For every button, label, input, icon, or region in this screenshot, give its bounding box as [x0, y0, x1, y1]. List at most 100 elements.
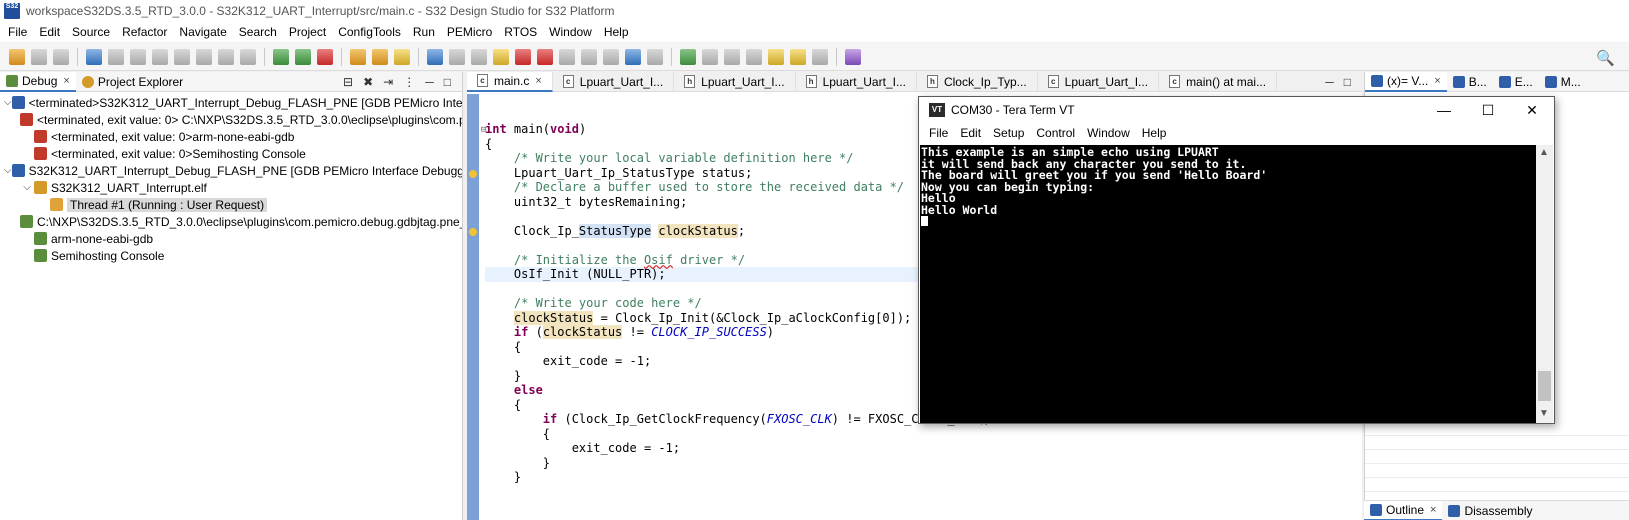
- minimize-icon[interactable]: ─: [425, 75, 434, 89]
- scroll-down-icon[interactable]: ▼: [1539, 408, 1549, 419]
- new-icon[interactable]: [9, 48, 25, 65]
- terminate-icon[interactable]: [515, 48, 531, 65]
- teraterm-menu-edit[interactable]: Edit: [954, 126, 987, 140]
- prev-annotation-icon[interactable]: [746, 48, 762, 65]
- build-config-icon[interactable]: [108, 48, 124, 65]
- menu-refactor[interactable]: Refactor: [118, 25, 175, 39]
- editor-tab[interactable]: c Lpuart_Uart_I...: [553, 71, 675, 92]
- tree-item[interactable]: arm-none-eabi-gdb: [0, 230, 462, 247]
- step-over-icon[interactable]: [581, 48, 597, 65]
- last-edit-icon[interactable]: [768, 48, 784, 65]
- chevron-down-icon[interactable]: ⌵: [4, 97, 12, 108]
- editor-gutter[interactable]: [467, 94, 479, 520]
- close-button[interactable]: ✕: [1510, 97, 1554, 123]
- tree-item[interactable]: ⌵ S32K312_UART_Interrupt_Debug_FLASH_PNE …: [0, 162, 462, 179]
- tab-debug[interactable]: Debug ×: [0, 71, 76, 92]
- minimize-button[interactable]: —: [1422, 97, 1466, 123]
- terminal-output[interactable]: This example is an simple echo using LPU…: [920, 145, 1536, 423]
- teraterm-menu-help[interactable]: Help: [1136, 126, 1173, 140]
- editor-tab[interactable]: c main.c ×: [467, 71, 553, 92]
- clean-icon[interactable]: [152, 48, 168, 65]
- tree-item[interactable]: Thread #1 (Running : User Request): [0, 196, 462, 213]
- tree-item[interactable]: <terminated, exit value: 0>arm-none-eabi…: [0, 128, 462, 145]
- teraterm-menu-file[interactable]: File: [923, 126, 954, 140]
- outline-view-tab[interactable]: Disassembly: [1442, 501, 1538, 520]
- restart-icon[interactable]: [647, 48, 663, 65]
- right-view-tab[interactable]: B...: [1447, 72, 1493, 92]
- run-icon[interactable]: [295, 48, 311, 65]
- tab-project-explorer[interactable]: Project Explorer: [76, 72, 189, 92]
- scroll-up-icon[interactable]: ▲: [1539, 147, 1549, 158]
- teraterm-menu-control[interactable]: Control: [1030, 126, 1081, 140]
- search-icon[interactable]: 🔍: [1596, 49, 1615, 67]
- pin-editor-icon[interactable]: [845, 48, 861, 65]
- teraterm-menu-window[interactable]: Window: [1081, 126, 1136, 140]
- collapse-all-icon[interactable]: ⊟: [343, 75, 353, 89]
- menu-configtools[interactable]: ConfigTools: [334, 25, 409, 39]
- tree-item[interactable]: ⌵ S32K312_UART_Interrupt.elf: [0, 179, 462, 196]
- close-icon[interactable]: ×: [63, 75, 69, 87]
- right-view-tab[interactable]: (x)= V... ×: [1365, 71, 1447, 92]
- outline-view-tab[interactable]: Outline ×: [1364, 500, 1443, 520]
- menu-project[interactable]: Project: [285, 25, 334, 39]
- teraterm-title-bar[interactable]: VT COM30 - Tera Term VT — ☐ ✕: [919, 97, 1554, 123]
- menu-help[interactable]: Help: [600, 25, 637, 39]
- instruction-stepping-icon[interactable]: [625, 48, 641, 65]
- editor-tab[interactable]: h Lpuart_Uart_I...: [674, 71, 796, 92]
- right-view-tab[interactable]: M...: [1539, 72, 1587, 92]
- editor-tab[interactable]: h Lpuart_Uart_I...: [796, 71, 917, 92]
- menu-rtos[interactable]: RTOS: [500, 25, 545, 39]
- chevron-down-icon[interactable]: ⌵: [4, 165, 12, 176]
- tree-item[interactable]: C:\NXP\S32DS.3.5_RTD_3.0.0\eclipse\plugi…: [0, 213, 462, 230]
- remove-terminated-icon[interactable]: ✖: [363, 75, 373, 89]
- maximize-button[interactable]: ☐: [1466, 97, 1510, 123]
- close-icon[interactable]: ×: [1430, 504, 1436, 516]
- back-icon[interactable]: [790, 48, 806, 65]
- next-annotation-icon[interactable]: [724, 48, 740, 65]
- close-icon[interactable]: ×: [535, 75, 541, 87]
- scroll-thumb[interactable]: [1538, 371, 1551, 401]
- debug-perspective-icon[interactable]: [86, 48, 102, 65]
- build-icon[interactable]: [174, 48, 190, 65]
- menu-pemicro[interactable]: PEMicro: [443, 25, 500, 39]
- right-view-tab[interactable]: E...: [1493, 72, 1539, 92]
- menu-navigate[interactable]: Navigate: [175, 25, 234, 39]
- menu-edit[interactable]: Edit: [35, 25, 68, 39]
- editor-tab[interactable]: h Clock_Ip_Typ...: [917, 71, 1038, 92]
- open-folder-icon[interactable]: [350, 48, 366, 65]
- external-tools-icon[interactable]: [317, 48, 333, 65]
- terminal-scrollbar[interactable]: ▲ ▼: [1536, 145, 1553, 423]
- console-icon[interactable]: [427, 48, 443, 65]
- menu-file[interactable]: File: [4, 25, 35, 39]
- menu-run[interactable]: Run: [409, 25, 443, 39]
- suspend-icon[interactable]: [493, 48, 509, 65]
- debug-bug-icon[interactable]: [273, 48, 289, 65]
- forward-icon[interactable]: [812, 48, 828, 65]
- pencil-icon[interactable]: [394, 48, 410, 65]
- tree-item[interactable]: <terminated, exit value: 0>Semihosting C…: [0, 145, 462, 162]
- maximize-icon[interactable]: □: [444, 75, 451, 89]
- tree-item[interactable]: ⌵ <terminated>S32K312_UART_Interrupt_Debu…: [0, 94, 462, 111]
- file-icon[interactable]: [196, 48, 212, 65]
- view-menu-icon[interactable]: ⋮: [403, 75, 415, 89]
- tree-item[interactable]: Semihosting Console: [0, 247, 462, 264]
- chevron-down-icon[interactable]: ⌵: [20, 182, 34, 193]
- save-icon[interactable]: [31, 48, 47, 65]
- refresh-icon[interactable]: [680, 48, 696, 65]
- code-content[interactable]: ⊟ int main(void) { /* Write your local v…: [481, 122, 991, 485]
- tree-item[interactable]: <terminated, exit value: 0> C:\NXP\S32DS…: [0, 111, 462, 128]
- redo-icon[interactable]: [240, 48, 256, 65]
- editor-tab[interactable]: c main() at mai...: [1159, 71, 1278, 92]
- undo-icon[interactable]: [218, 48, 234, 65]
- resume-icon[interactable]: [471, 48, 487, 65]
- minimize-icon[interactable]: ─: [1325, 75, 1334, 89]
- skip-breakpoints-icon[interactable]: [449, 48, 465, 65]
- maximize-icon[interactable]: □: [1344, 75, 1351, 89]
- menu-source[interactable]: Source: [68, 25, 118, 39]
- teraterm-menu-setup[interactable]: Setup: [987, 126, 1030, 140]
- save-all-icon[interactable]: [53, 48, 69, 65]
- step-into-icon[interactable]: [559, 48, 575, 65]
- chip-icon[interactable]: [702, 48, 718, 65]
- menu-search[interactable]: Search: [235, 25, 285, 39]
- step-filters-icon[interactable]: ⇥: [383, 75, 393, 89]
